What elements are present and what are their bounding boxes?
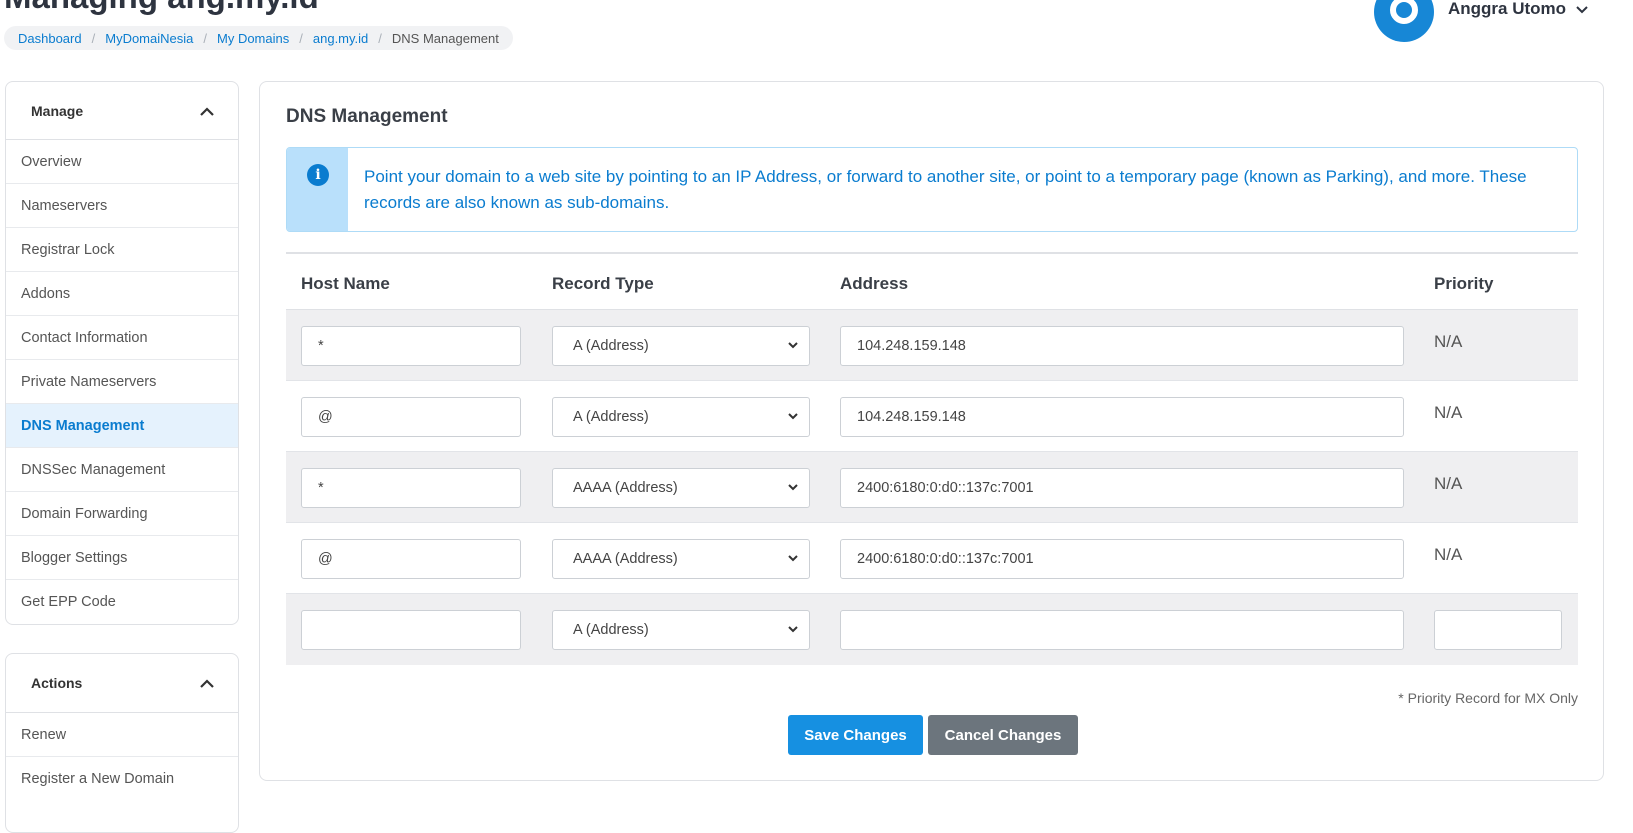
sidebar-item-dns-management[interactable]: DNS Management: [6, 404, 238, 448]
chevron-down-icon: [787, 622, 799, 640]
address-input[interactable]: 104.248.159.148: [840, 326, 1404, 366]
record-type-select[interactable]: A (Address): [552, 326, 810, 366]
user-name-label: Anggra Utomo: [1448, 0, 1567, 18]
column-priority: Priority: [1434, 274, 1494, 293]
priority-note: * Priority Record for MX Only: [1398, 690, 1578, 706]
breadcrumb-separator: /: [91, 30, 96, 46]
dns-records-table: Host Name Record Type Address Priority *…: [286, 252, 1578, 665]
sidebar-item-blogger-settings[interactable]: Blogger Settings: [6, 536, 238, 580]
new-host-name-input[interactable]: [301, 610, 521, 650]
chevron-down-icon: [787, 551, 799, 569]
chevron-down-icon: [787, 409, 799, 427]
new-record-type-select[interactable]: A (Address): [552, 610, 810, 650]
cancel-changes-button[interactable]: Cancel Changes: [928, 715, 1078, 755]
table-row-new: A (Address): [286, 594, 1578, 665]
table-row: * AAAA (Address) 2400:6180:0:d0::137c:70…: [286, 452, 1578, 523]
sidebar-item-registrar-lock[interactable]: Registrar Lock: [6, 228, 238, 272]
host-name-input[interactable]: @: [301, 397, 521, 437]
sidebar-item-overview[interactable]: Overview: [6, 140, 238, 184]
record-type-select[interactable]: AAAA (Address): [552, 468, 810, 508]
actions-panel: Actions Renew Register a New Domain: [5, 653, 239, 833]
save-changes-button[interactable]: Save Changes: [788, 715, 923, 755]
avatar: [1374, 0, 1434, 42]
breadcrumb-mydomainesia[interactable]: MyDomaiNesia: [105, 31, 193, 46]
breadcrumb-separator: /: [299, 30, 303, 46]
address-input[interactable]: 2400:6180:0:d0::137c:7001: [840, 539, 1404, 579]
address-input[interactable]: 2400:6180:0:d0::137c:7001: [840, 468, 1404, 508]
breadcrumb-separator: /: [203, 30, 207, 46]
host-name-input[interactable]: *: [301, 468, 521, 508]
actions-panel-header[interactable]: Actions: [6, 654, 238, 713]
address-input[interactable]: 104.248.159.148: [840, 397, 1404, 437]
info-text: Point your domain to a web site by point…: [364, 167, 1527, 212]
sidebar-item-nameservers[interactable]: Nameservers: [6, 184, 238, 228]
sidebar-item-contact-information[interactable]: Contact Information: [6, 316, 238, 360]
breadcrumb-domain[interactable]: ang.my.id: [313, 31, 368, 46]
manage-panel: Manage Overview Nameservers Registrar Lo…: [5, 81, 239, 625]
priority-value: N/A: [1434, 403, 1463, 422]
priority-value: N/A: [1434, 474, 1463, 493]
new-address-input[interactable]: [840, 610, 1404, 650]
column-host-name: Host Name: [301, 274, 390, 293]
column-address: Address: [840, 274, 909, 293]
column-record-type: Record Type: [552, 274, 654, 293]
breadcrumb-my-domains[interactable]: My Domains: [217, 31, 289, 46]
sidebar-item-private-nameservers[interactable]: Private Nameservers: [6, 360, 238, 404]
chevron-up-icon: [200, 675, 214, 691]
host-name-input[interactable]: @: [301, 539, 521, 579]
page-title: Managing ang.my.id: [4, 0, 319, 16]
breadcrumb-dashboard[interactable]: Dashboard: [18, 31, 82, 46]
table-row: * A (Address) 104.248.159.148 N/A: [286, 310, 1578, 381]
record-type-select[interactable]: A (Address): [552, 397, 810, 437]
chevron-up-icon: [200, 103, 214, 119]
user-menu[interactable]: Anggra Utomo: [1374, 0, 1588, 42]
actions-panel-title: Actions: [31, 675, 83, 691]
dns-management-card: DNS Management i Point your domain to a …: [259, 81, 1604, 781]
chevron-down-icon: [787, 480, 799, 498]
breadcrumb-current: DNS Management: [391, 30, 499, 46]
user-name[interactable]: Anggra Utomo: [1448, 0, 1588, 19]
sidebar-item-get-epp-code[interactable]: Get EPP Code: [6, 580, 238, 624]
section-title: DNS Management: [286, 106, 448, 127]
table-header: Host Name Record Type Address Priority: [286, 252, 1578, 310]
info-alert: i Point your domain to a web site by poi…: [286, 147, 1578, 232]
sidebar-item-domain-forwarding[interactable]: Domain Forwarding: [6, 492, 238, 536]
sidebar-item-renew[interactable]: Renew: [6, 713, 238, 757]
manage-panel-header[interactable]: Manage: [6, 82, 238, 140]
sidebar-item-dnssec-management[interactable]: DNSSec Management: [6, 448, 238, 492]
new-priority-input[interactable]: [1434, 610, 1562, 650]
sidebar-item-addons[interactable]: Addons: [6, 272, 238, 316]
breadcrumb: Dashboard / MyDomaiNesia / My Domains / …: [4, 26, 513, 50]
table-row: @ AAAA (Address) 2400:6180:0:d0::137c:70…: [286, 523, 1578, 594]
chevron-down-icon: [1576, 0, 1588, 19]
host-name-input[interactable]: *: [301, 326, 521, 366]
priority-value: N/A: [1434, 332, 1463, 351]
priority-value: N/A: [1434, 545, 1463, 564]
manage-panel-title: Manage: [31, 102, 84, 119]
table-row: @ A (Address) 104.248.159.148 N/A: [286, 381, 1578, 452]
sidebar-item-register-new-domain[interactable]: Register a New Domain: [6, 757, 238, 801]
info-icon: i: [307, 164, 329, 186]
breadcrumb-separator: /: [378, 30, 382, 46]
chevron-down-icon: [787, 338, 799, 356]
record-type-select[interactable]: AAAA (Address): [552, 539, 810, 579]
